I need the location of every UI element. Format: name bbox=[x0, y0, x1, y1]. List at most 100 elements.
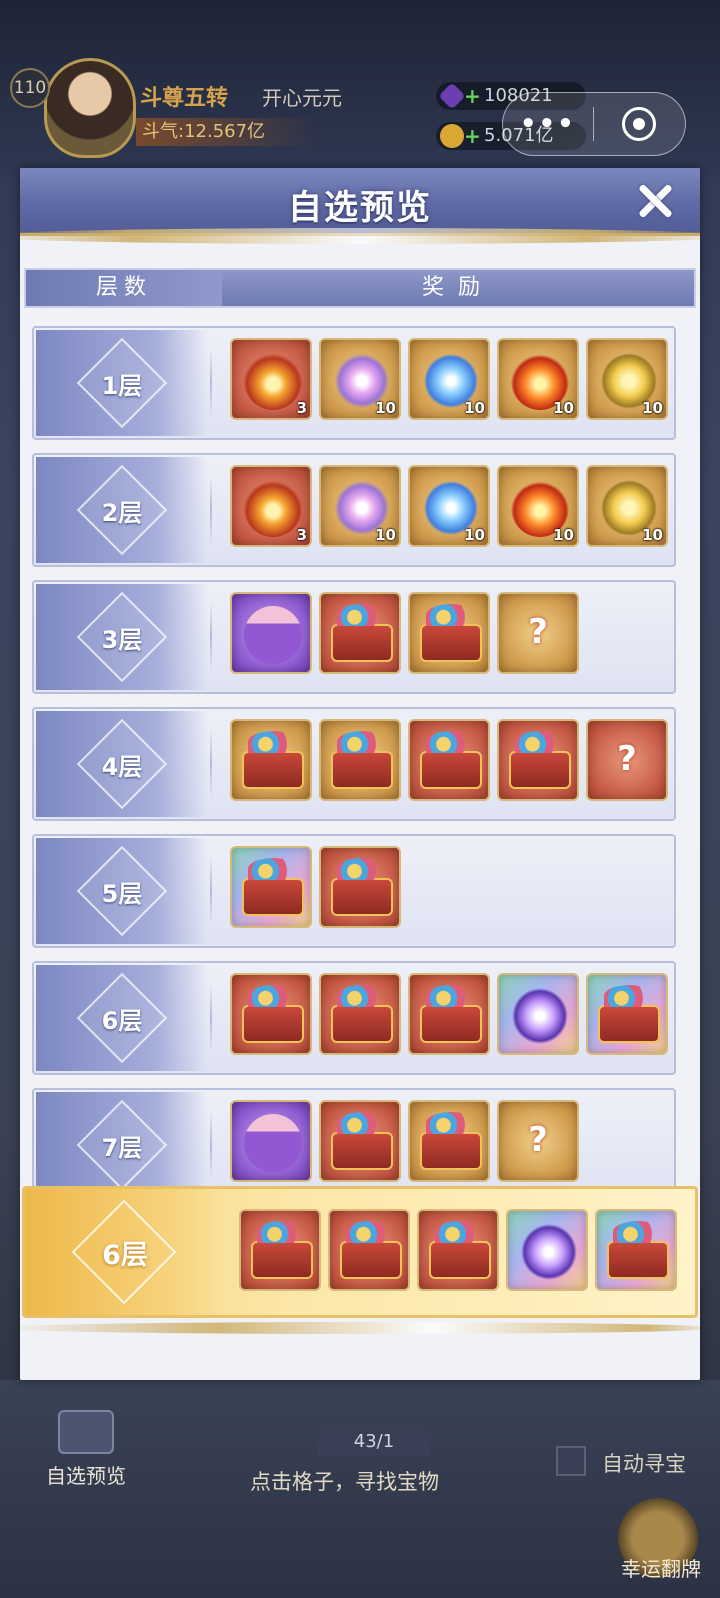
treasure-chest-icon bbox=[331, 1112, 393, 1170]
reward-item[interactable] bbox=[230, 973, 312, 1055]
mystery-reward-icon: ? bbox=[617, 739, 637, 779]
reward-item[interactable] bbox=[319, 846, 401, 928]
treasure-chest-icon bbox=[340, 1221, 402, 1279]
add-gold-icon[interactable]: + bbox=[464, 122, 481, 150]
treasure-chest-icon bbox=[420, 1112, 482, 1170]
reward-item[interactable]: 10 bbox=[586, 338, 668, 420]
row-divider bbox=[210, 983, 212, 1053]
item-quantity: 3 bbox=[296, 526, 307, 544]
reward-item[interactable] bbox=[328, 1209, 410, 1291]
row-divider bbox=[210, 475, 212, 545]
treasure-chest-icon bbox=[331, 985, 393, 1043]
reward-item[interactable] bbox=[230, 1100, 312, 1182]
reward-item[interactable]: ? bbox=[497, 592, 579, 674]
reward-item[interactable] bbox=[230, 592, 312, 674]
row-divider bbox=[210, 348, 212, 418]
reward-item[interactable] bbox=[319, 592, 401, 674]
item-quantity: 10 bbox=[642, 526, 663, 544]
gold-coin-icon bbox=[440, 124, 464, 148]
treasure-chest-icon bbox=[331, 604, 393, 662]
reward-item[interactable] bbox=[408, 1100, 490, 1182]
miniprogram-capsule: ••• bbox=[502, 92, 686, 156]
current-tier-label: 6层 bbox=[102, 1240, 148, 1271]
tier-label: 3层 bbox=[101, 626, 143, 654]
row-divider bbox=[210, 602, 212, 672]
treasure-chest-icon bbox=[420, 731, 482, 789]
reward-item[interactable] bbox=[497, 719, 579, 801]
gem-icon bbox=[438, 82, 466, 110]
treasure-chest-icon bbox=[429, 1221, 491, 1279]
auto-search-checkbox[interactable] bbox=[556, 1446, 586, 1476]
reward-item[interactable] bbox=[319, 1100, 401, 1182]
modal-title: 自选预览 bbox=[288, 188, 432, 228]
reward-item[interactable] bbox=[239, 1209, 321, 1291]
add-gem-icon[interactable]: + bbox=[464, 82, 481, 110]
tier-cell: 6层 bbox=[36, 965, 208, 1071]
tier-row: 2层 3 10 10 10 10 bbox=[32, 453, 676, 567]
reward-item[interactable]: 10 bbox=[408, 465, 490, 547]
reward-items: 3 10 10 10 10 bbox=[230, 338, 668, 420]
treasure-chest-icon bbox=[420, 985, 482, 1043]
tier-label: 2层 bbox=[101, 499, 143, 527]
reward-item[interactable] bbox=[319, 973, 401, 1055]
reward-item[interactable]: 3 bbox=[230, 465, 312, 547]
row-divider bbox=[210, 1110, 212, 1180]
reward-items: 3 10 10 10 10 bbox=[230, 465, 668, 547]
reward-item[interactable] bbox=[408, 719, 490, 801]
column-header: 层数 奖励 bbox=[24, 268, 696, 308]
exit-miniprogram-button[interactable] bbox=[594, 107, 686, 141]
item-quantity: 10 bbox=[464, 526, 485, 544]
reward-item[interactable] bbox=[595, 1209, 677, 1291]
close-icon[interactable] bbox=[632, 178, 678, 224]
item-quantity: 10 bbox=[642, 399, 663, 417]
top-hud: 110 斗尊五转 开心元元 斗气:12.567亿 + 108021 + 5.07… bbox=[0, 0, 720, 175]
gift-icon bbox=[244, 1114, 302, 1172]
tier-label: 4层 bbox=[101, 753, 143, 781]
tier-label: 6层 bbox=[101, 1007, 143, 1035]
tier-cell: 7层 bbox=[36, 1092, 208, 1198]
treasure-chest-icon bbox=[420, 604, 482, 662]
modal-footer bbox=[20, 1322, 700, 1380]
auto-pick-preview-button[interactable]: 自选预览 bbox=[36, 1410, 136, 1489]
treasure-chest-icon bbox=[242, 731, 304, 789]
reward-item[interactable] bbox=[408, 592, 490, 674]
reward-item[interactable] bbox=[586, 973, 668, 1055]
lucky-flip-button[interactable]: 幸运翻牌 bbox=[606, 1498, 716, 1588]
power-value: 斗气:12.567亿 bbox=[136, 118, 316, 146]
reward-item[interactable]: 10 bbox=[319, 465, 401, 547]
rank-title: 斗尊五转 bbox=[140, 85, 229, 111]
selection-preview-modal: 自选预览 层数 奖励 1层 3 10 10 10 10 2层 3 10 10 10 10 3层? 4层? 5… bbox=[20, 168, 700, 1380]
reward-item[interactable]: 10 bbox=[408, 338, 490, 420]
avatar[interactable] bbox=[44, 58, 136, 158]
item-quantity: 3 bbox=[296, 399, 307, 417]
tier-label: 7层 bbox=[101, 1134, 143, 1162]
reward-item[interactable]: 10 bbox=[586, 465, 668, 547]
reward-item[interactable] bbox=[506, 1209, 588, 1291]
tier-row: 7层? bbox=[32, 1088, 676, 1202]
reward-item[interactable]: ? bbox=[497, 1100, 579, 1182]
reward-item[interactable]: ? bbox=[586, 719, 668, 801]
auto-search-label: 自动寻宝 bbox=[602, 1452, 686, 1476]
reward-item[interactable]: 10 bbox=[497, 465, 579, 547]
tier-cell: 2层 bbox=[36, 457, 208, 563]
chest-icon bbox=[58, 1410, 114, 1454]
column-reward-header: 奖励 bbox=[421, 275, 494, 300]
reward-item[interactable] bbox=[319, 719, 401, 801]
reward-item[interactable] bbox=[497, 973, 579, 1055]
reward-item[interactable] bbox=[417, 1209, 499, 1291]
reward-item[interactable] bbox=[408, 973, 490, 1055]
reward-item[interactable]: 10 bbox=[319, 338, 401, 420]
tier-label: 5层 bbox=[101, 880, 143, 908]
treasure-chest-icon bbox=[242, 858, 304, 916]
modal-header: 自选预览 bbox=[20, 168, 700, 244]
gift-icon bbox=[244, 606, 302, 664]
tier-row: 3层? bbox=[32, 580, 676, 694]
reward-item[interactable]: 3 bbox=[230, 338, 312, 420]
reward-item[interactable] bbox=[230, 719, 312, 801]
reward-item[interactable] bbox=[230, 846, 312, 928]
tier-list[interactable]: 1层 3 10 10 10 10 2层 3 10 10 10 10 3层? 4层? 5层 6层 7层? bbox=[20, 326, 700, 1326]
reward-item[interactable]: 10 bbox=[497, 338, 579, 420]
level-badge: 110 bbox=[10, 68, 50, 108]
more-menu-button[interactable]: ••• bbox=[503, 109, 593, 139]
target-icon bbox=[622, 107, 657, 141]
